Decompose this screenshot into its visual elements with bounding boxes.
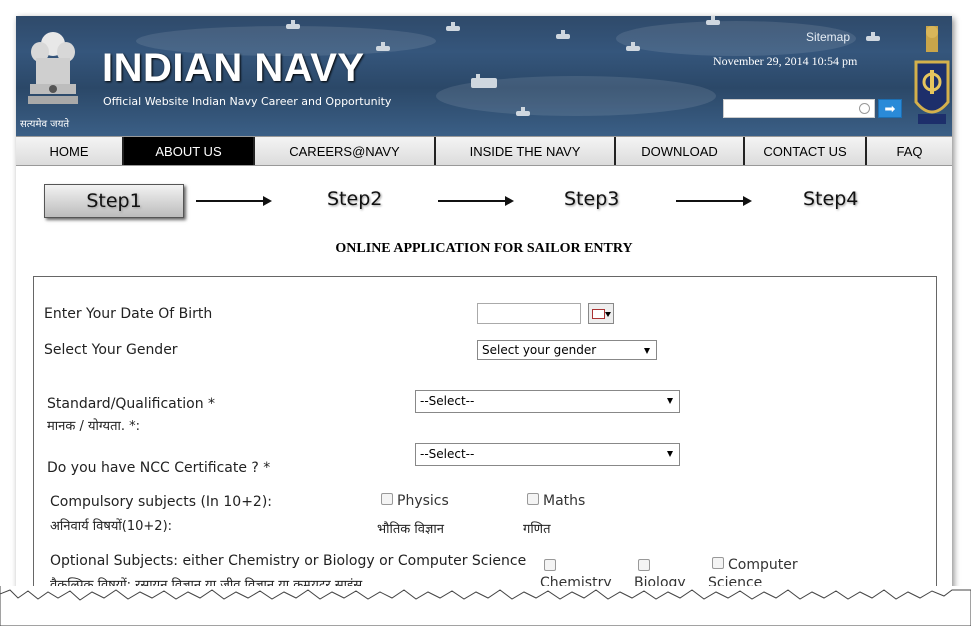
maths-hindi-label: गणित <box>523 522 551 537</box>
qualification-hindi-label: मानक / योग्यता. *: <box>47 419 141 434</box>
nav-item-download[interactable]: DOWNLOAD <box>616 137 745 165</box>
dob-input[interactable] <box>477 303 581 324</box>
sitemap-link[interactable]: Sitemap <box>806 30 850 44</box>
maths-label: Maths <box>543 493 586 509</box>
compulsory-subjects-hindi-label: अनिवार्य विषयों(10+2): <box>50 519 173 534</box>
ship-icon <box>706 16 720 25</box>
chemistry-checkbox[interactable] <box>544 559 556 571</box>
ship-icon <box>376 42 390 51</box>
qualification-label: Standard/Qualification * <box>47 396 216 412</box>
application-form: Enter Your Date Of Birth Select Your Gen… <box>33 276 937 604</box>
ship-icon <box>286 20 300 29</box>
calendar-icon <box>592 309 605 319</box>
qualification-select[interactable]: --Select-- <box>415 390 680 413</box>
dropdown-arrow-icon <box>605 312 611 317</box>
ship-icon <box>516 107 530 116</box>
nav-item-about-us[interactable]: ABOUT US <box>124 137 255 165</box>
torn-paper-edge <box>0 586 971 626</box>
arrow-icon <box>196 196 272 206</box>
step-2: Step2 <box>327 188 383 210</box>
nav-item-home[interactable]: HOME <box>16 137 124 165</box>
physics-checkbox[interactable] <box>381 493 393 505</box>
site-header: सत्यमेव जयते INDIAN NAVY Official Websit… <box>16 16 952 136</box>
nav-item-inside-the-navy[interactable]: INSIDE THE NAVY <box>436 137 616 165</box>
site-title[interactable]: INDIAN NAVY <box>102 46 365 91</box>
optional-subjects-label: Optional Subjects: either Chemistry or B… <box>50 553 527 569</box>
ship-icon <box>626 42 640 51</box>
qualification-select-value: --Select-- <box>420 394 475 408</box>
ncc-select-value: --Select-- <box>420 447 475 461</box>
chevron-down-icon <box>667 398 673 404</box>
step-1: Step1 <box>44 184 184 218</box>
biology-checkbox[interactable] <box>638 559 650 571</box>
form-title: ONLINE APPLICATION FOR SAILOR ENTRY <box>335 241 633 256</box>
gender-select[interactable]: Select your gender <box>477 340 657 360</box>
search-input[interactable] <box>723 99 875 118</box>
ncc-select[interactable]: --Select-- <box>415 443 680 466</box>
nav-item-contact-us[interactable]: CONTACT US <box>745 137 867 165</box>
chevron-down-icon <box>644 348 650 354</box>
ship-icon <box>446 22 460 31</box>
physics-label: Physics <box>397 493 449 509</box>
emblem-caption: सत्यमेव जयते <box>20 119 70 130</box>
nav-item-faq[interactable]: FAQ <box>867 137 952 165</box>
dob-label: Enter Your Date Of Birth <box>44 306 213 322</box>
main-nav: HOME ABOUT US CAREERS@NAVY INSIDE THE NA… <box>16 136 952 166</box>
page: सत्यमेव जयते INDIAN NAVY Official Websit… <box>16 16 952 604</box>
nav-item-careers[interactable]: CAREERS@NAVY <box>255 137 436 165</box>
navy-crest-icon <box>914 26 950 124</box>
ship-icon <box>556 30 570 39</box>
national-emblem-icon <box>28 32 78 104</box>
computer-science-label-line1: Computer <box>728 557 798 573</box>
physics-hindi-label: भौतिक विज्ञान <box>377 522 444 537</box>
maths-checkbox[interactable] <box>527 493 539 505</box>
ship-icon <box>866 32 880 41</box>
search-button[interactable]: ➡ <box>878 99 902 118</box>
calendar-button[interactable] <box>588 303 614 324</box>
arrow-icon <box>438 196 514 206</box>
gender-select-value: Select your gender <box>482 343 597 357</box>
arrow-icon <box>676 196 752 206</box>
gender-label: Select Your Gender <box>44 342 178 358</box>
ncc-label: Do you have NCC Certificate ? * <box>47 460 271 476</box>
step-4: Step4 <box>803 188 859 210</box>
step-indicator: Step1 Step2 Step3 Step4 <box>16 168 952 228</box>
aircraft-carrier-icon <box>471 74 497 88</box>
compulsory-subjects-label: Compulsory subjects (In 10+2): <box>50 494 273 510</box>
search-icon <box>859 103 870 114</box>
site-subtitle: Official Website Indian Navy Career and … <box>103 95 392 108</box>
step-3: Step3 <box>564 188 620 210</box>
chevron-down-icon <box>667 451 673 457</box>
current-datetime: November 29, 2014 10:54 pm <box>713 54 858 68</box>
computer-science-checkbox[interactable] <box>712 557 724 569</box>
